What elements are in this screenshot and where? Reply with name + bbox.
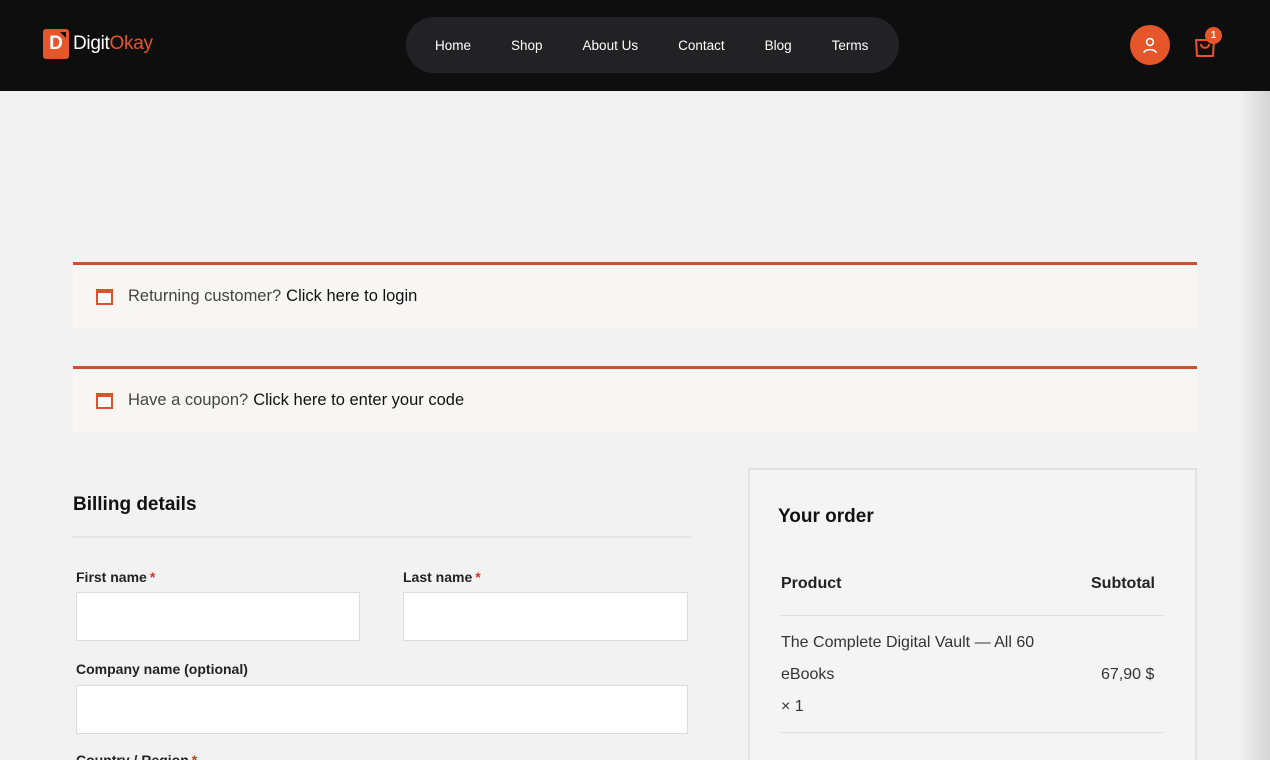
nav-item-terms[interactable]: Terms <box>832 38 869 53</box>
account-button[interactable] <box>1130 25 1170 65</box>
nav-item-about-us[interactable]: About Us <box>583 38 639 53</box>
site-header: D DigitOkay Home Shop About Us Contact B… <box>0 0 1270 91</box>
logo-text: DigitOkay <box>73 33 153 55</box>
window-icon <box>96 288 113 305</box>
order-item-quantity: × 1 <box>781 698 804 715</box>
last-name-field[interactable] <box>403 592 688 641</box>
nav-item-home[interactable]: Home <box>435 38 471 53</box>
first-name-label-text: First name <box>76 569 147 585</box>
coupon-notice: Have a coupon? Click here to enter your … <box>73 366 1197 432</box>
logo-text-part1: Digit <box>73 33 110 54</box>
site-logo[interactable]: D DigitOkay <box>43 29 153 59</box>
notice-coupon-text: Have a coupon? <box>128 391 249 409</box>
company-name-field[interactable] <box>76 685 688 734</box>
last-name-label: Last name * <box>403 569 481 585</box>
returning-customer-notice: Returning customer? Click here to login <box>73 262 1197 328</box>
divider <box>781 615 1163 616</box>
country-label-text: Country / Region <box>76 752 189 760</box>
company-name-label-text: Company name (optional) <box>76 661 248 677</box>
billing-details-title: Billing details <box>73 494 197 515</box>
column-header-subtotal: Subtotal <box>1091 575 1155 592</box>
required-mark: * <box>149 569 156 585</box>
required-mark: * <box>191 752 198 760</box>
logo-mark: D <box>43 29 69 59</box>
first-name-label: First name * <box>76 569 155 585</box>
nav-item-blog[interactable]: Blog <box>765 38 792 53</box>
country-label: Country / Region * <box>76 752 197 760</box>
divider <box>781 732 1163 733</box>
notice-login-text: Returning customer? <box>128 287 282 305</box>
window-icon <box>96 392 113 409</box>
logo-text-part2: Okay <box>109 33 153 54</box>
main-nav: Home Shop About Us Contact Blog Terms <box>406 17 899 73</box>
required-mark: * <box>475 569 481 585</box>
login-link[interactable]: Click here to login <box>286 287 417 306</box>
company-name-label: Company name (optional) <box>76 661 248 677</box>
page-edge-shadow <box>1238 91 1270 760</box>
coupon-link[interactable]: Click here to enter your code <box>253 391 464 410</box>
column-header-product: Product <box>781 575 842 592</box>
nav-item-shop[interactable]: Shop <box>511 38 543 53</box>
cart-count-badge: 1 <box>1205 27 1222 44</box>
user-icon <box>1143 37 1157 53</box>
first-name-field[interactable] <box>76 592 360 641</box>
nav-item-contact[interactable]: Contact <box>678 38 725 53</box>
last-name-label-text: Last name <box>403 569 473 585</box>
your-order-title: Your order <box>778 506 874 527</box>
order-item-subtotal: 67,90 $ <box>1101 666 1155 683</box>
divider <box>73 536 691 538</box>
order-item-name: The Complete Digital Vault — All 60 eBoo… <box>781 634 1035 683</box>
